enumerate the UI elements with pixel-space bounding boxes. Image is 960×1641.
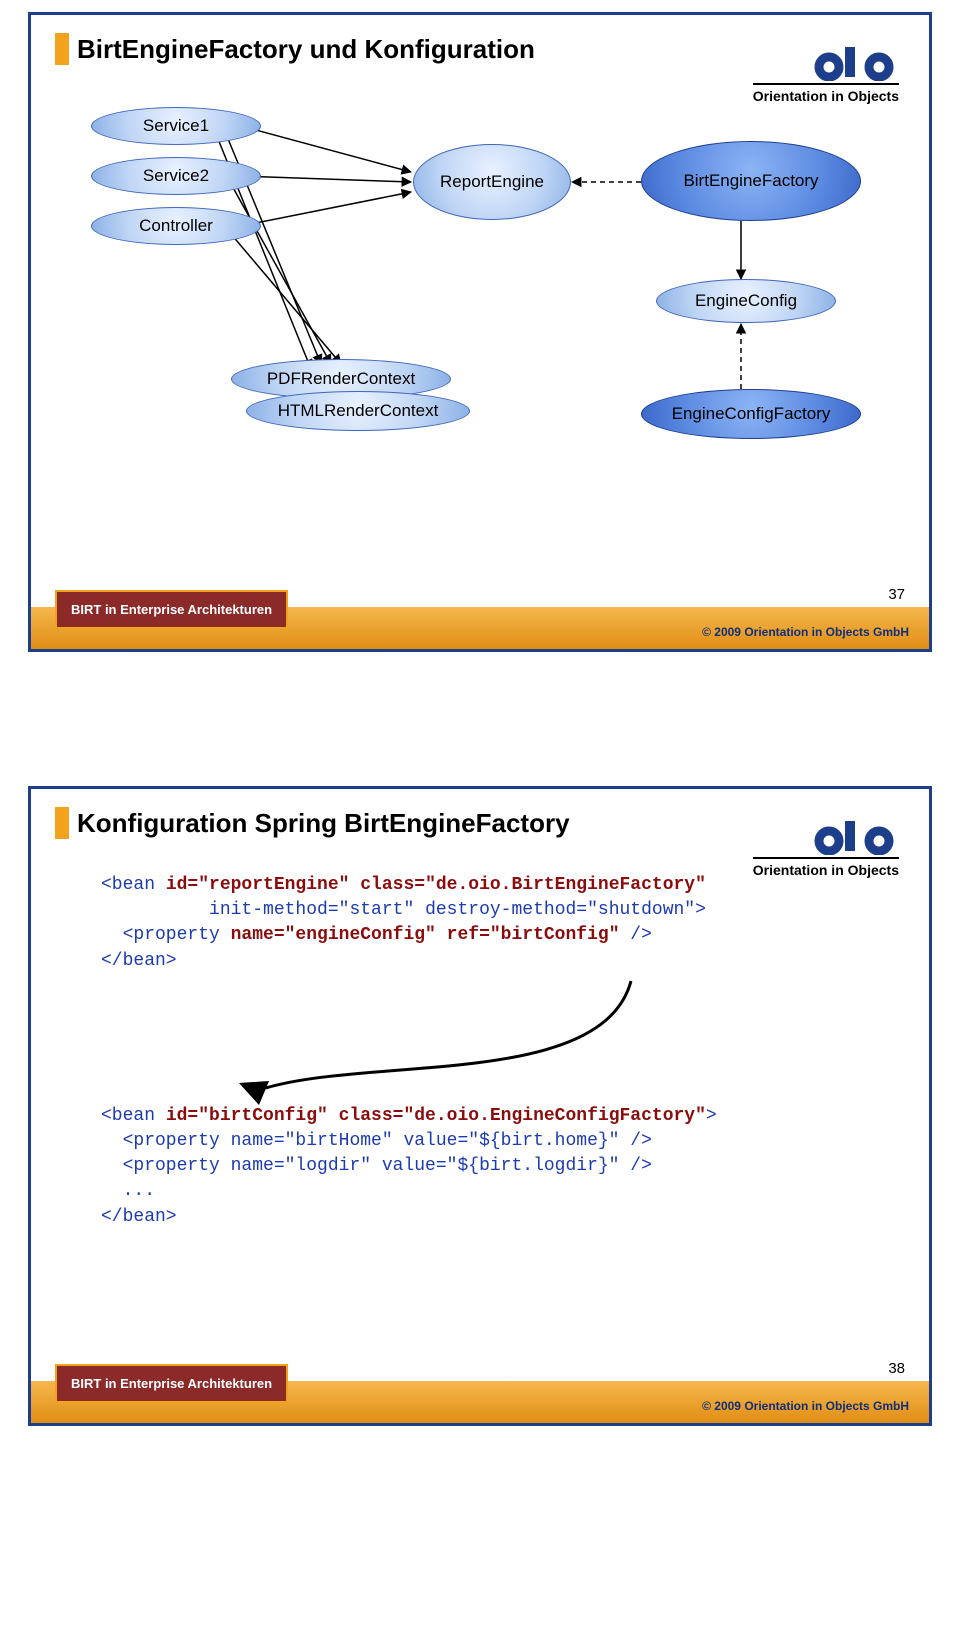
node-label: PDFRenderContext xyxy=(267,369,415,389)
node-html-render-context: HTMLRenderContext xyxy=(246,391,470,431)
page-number: 37 xyxy=(888,586,905,603)
node-label: Controller xyxy=(139,216,213,236)
code-token: "start" xyxy=(339,900,415,920)
code-token: <property xyxy=(101,1131,231,1151)
code-token: id="reportEngine" xyxy=(166,875,350,895)
footer-badge: BIRT in Enterprise Architekturen xyxy=(55,1364,288,1403)
code-token: name="engineConfig" xyxy=(231,925,436,945)
code-token: /> xyxy=(620,1156,652,1176)
code-token: name="birtHome" value="${birt.home}" xyxy=(231,1131,620,1151)
logo-icon xyxy=(809,37,899,81)
bean2-block: <bean id="birtConfig" class="de.oio.Engi… xyxy=(101,1104,879,1230)
footer-copyright: © 2009 Orientation in Objects GmbH xyxy=(702,1399,909,1413)
slide-2: Konfiguration Spring BirtEngineFactory O… xyxy=(28,786,932,1426)
node-label: Service1 xyxy=(143,116,209,136)
code-token: <property xyxy=(101,925,231,945)
node-report-engine: ReportEngine xyxy=(413,144,571,220)
node-controller: Controller xyxy=(91,207,261,245)
node-service1: Service1 xyxy=(91,107,261,145)
slide-1: BirtEngineFactory und Konfiguration Orie… xyxy=(28,12,932,652)
code-token: init-method= xyxy=(101,900,339,920)
code-token: ... xyxy=(101,1181,155,1201)
code-token: <bean xyxy=(101,1106,166,1126)
code-token: ref="birtConfig" xyxy=(436,925,620,945)
page-number: 38 xyxy=(888,1360,905,1377)
code-token: class="de.oio.EngineConfigFactory" xyxy=(328,1106,706,1126)
title-accent xyxy=(55,807,69,839)
code-token: > xyxy=(695,900,706,920)
node-label: Service2 xyxy=(143,166,209,186)
footer-badge: BIRT in Enterprise Architekturen xyxy=(55,590,288,629)
code-token: /> xyxy=(620,925,652,945)
code-token: </bean> xyxy=(101,951,177,971)
node-label: EngineConfig xyxy=(695,291,797,311)
bean1-block: <bean id="reportEngine" class="de.oio.Bi… xyxy=(101,873,879,974)
code-token: id="birtConfig" xyxy=(166,1106,328,1126)
code-token: <property xyxy=(101,1156,231,1176)
node-birt-engine-factory: BirtEngineFactory xyxy=(641,141,861,221)
code-token: class="de.oio.BirtEngineFactory" xyxy=(349,875,705,895)
code-token: <bean xyxy=(101,875,166,895)
footer-copyright: © 2009 Orientation in Objects GmbH xyxy=(702,625,909,639)
node-label: EngineConfigFactory xyxy=(672,404,831,424)
node-engine-config: EngineConfig xyxy=(656,279,836,323)
diagram: Service1 Service2 Controller ReportEngin… xyxy=(31,89,929,509)
code-token: "shutdown" xyxy=(587,900,695,920)
code-token: </bean> xyxy=(101,1207,177,1227)
node-service2: Service2 xyxy=(91,157,261,195)
code-token: destroy-method= xyxy=(414,900,587,920)
code-token: name="logdir" value="${birt.logdir}" xyxy=(231,1156,620,1176)
node-label: ReportEngine xyxy=(440,172,544,192)
node-engine-config-factory: EngineConfigFactory xyxy=(641,389,861,439)
code-area: <bean id="reportEngine" class="de.oio.Bi… xyxy=(31,843,929,1250)
code-token: /> xyxy=(620,1131,652,1151)
node-label: HTMLRenderContext xyxy=(278,401,439,421)
title-accent xyxy=(55,33,69,65)
node-label: BirtEngineFactory xyxy=(683,171,818,191)
code-token: > xyxy=(706,1106,717,1126)
